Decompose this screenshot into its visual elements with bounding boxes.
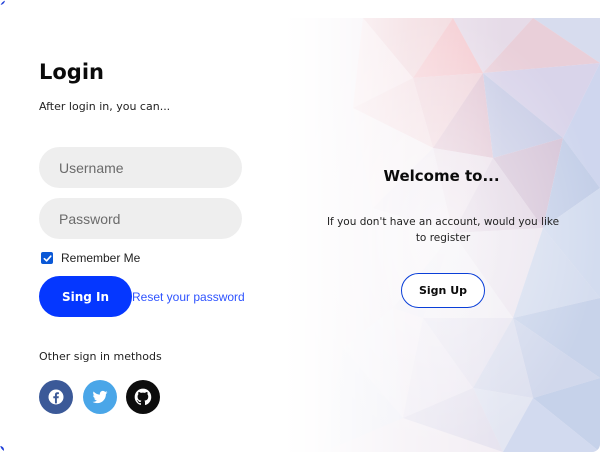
twitter-icon xyxy=(92,390,108,404)
twitter-button[interactable] xyxy=(83,380,117,414)
github-button[interactable] xyxy=(126,380,160,414)
facebook-icon xyxy=(48,389,64,405)
register-description: If you don't have an account, would you … xyxy=(326,216,560,244)
sign-in-button[interactable]: Sing In xyxy=(39,276,132,317)
check-icon xyxy=(43,254,52,262)
remember-me-label[interactable]: Remember Me xyxy=(61,251,140,265)
corner-accent-top xyxy=(0,0,5,5)
password-input[interactable] xyxy=(39,198,242,239)
other-sign-in-label: Other sign in methods xyxy=(39,350,162,363)
remember-me-checkbox[interactable] xyxy=(41,252,53,264)
welcome-panel: Welcome to... If you don't have an accou… xyxy=(283,18,600,452)
corner-accent-bottom xyxy=(0,446,4,452)
github-icon xyxy=(134,388,152,406)
facebook-button[interactable] xyxy=(39,380,73,414)
login-card: Login After login in, you can... Remembe… xyxy=(0,0,600,452)
username-input[interactable] xyxy=(39,147,242,188)
sign-up-button[interactable]: Sign Up xyxy=(401,273,485,308)
login-subtitle: After login in, you can... xyxy=(39,100,171,113)
reset-password-link[interactable]: Reset your password xyxy=(132,290,245,304)
login-title: Login xyxy=(39,60,104,84)
remember-me-row[interactable]: Remember Me xyxy=(41,251,140,265)
welcome-heading: Welcome to... xyxy=(383,167,500,185)
